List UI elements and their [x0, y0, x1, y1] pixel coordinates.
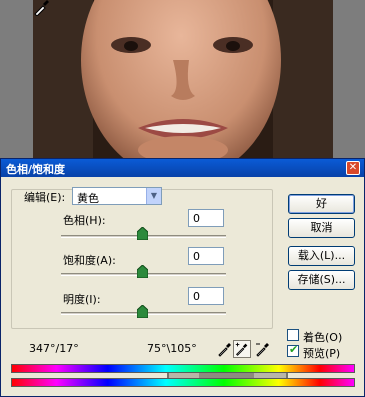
edit-select[interactable]: 黄色 ▼	[72, 187, 162, 205]
saturation-label: 饱和度(A):	[63, 254, 116, 267]
hue-input[interactable]: 0	[188, 209, 224, 227]
load-button[interactable]: 载入(L)...	[288, 246, 355, 266]
saturation-slider-thumb[interactable]	[137, 265, 148, 278]
range-right-readout: 75°\105°	[147, 342, 197, 355]
lightness-label: 明度(I):	[63, 293, 101, 306]
hue-label: 色相(H):	[63, 214, 106, 227]
chevron-down-icon[interactable]: ▼	[146, 188, 161, 204]
close-button[interactable]: ✕	[346, 161, 360, 175]
hue-spectrum-bottom	[11, 378, 355, 387]
hue-slider-thumb[interactable]	[137, 227, 148, 240]
range-left-readout: 347°/17°	[29, 342, 79, 355]
cancel-button[interactable]: 取消	[288, 218, 355, 238]
portrait-image	[33, 0, 333, 160]
edit-label: 编辑(E):	[24, 191, 66, 204]
preview-checkbox[interactable]: ✔	[287, 343, 299, 357]
photo-image	[33, 0, 333, 160]
dialog-title: 色相/饱和度	[6, 163, 66, 176]
lightness-slider-thumb[interactable]	[137, 305, 148, 318]
hue-spectrum-top	[11, 364, 355, 373]
hue-saturation-dialog: 色相/饱和度 ✕ 编辑(E): 黄色 ▼ 色相(H): 0 饱和度(A): 0 …	[0, 158, 365, 397]
lightness-input[interactable]: 0	[188, 287, 224, 305]
edit-select-value: 黄色	[77, 192, 99, 205]
colorize-label: 着色(O)	[303, 331, 343, 344]
eyedropper-minus-icon[interactable]	[254, 340, 272, 358]
checkmark-icon: ✔	[289, 343, 299, 356]
eyedropper-plus-icon[interactable]	[233, 340, 251, 358]
preview-label: 预览(P)	[303, 347, 341, 360]
close-icon: ✕	[348, 162, 358, 173]
canvas-area	[0, 0, 365, 160]
ok-button[interactable]: 好	[288, 194, 355, 214]
cursor-icon	[34, 0, 49, 16]
save-button[interactable]: 存储(S)...	[288, 270, 355, 290]
saturation-input[interactable]: 0	[188, 247, 224, 265]
title-bar[interactable]: 色相/饱和度 ✕	[1, 159, 364, 177]
colorize-checkbox[interactable]	[287, 329, 299, 341]
eyedropper-icon[interactable]	[216, 340, 234, 358]
